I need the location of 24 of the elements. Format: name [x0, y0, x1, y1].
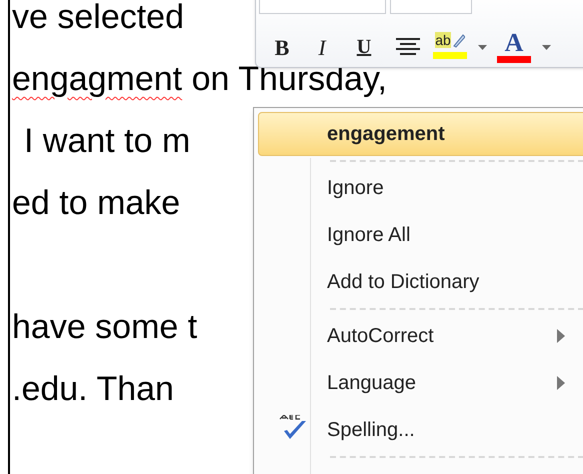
document-text-line: engagment on Thursday,: [12, 61, 387, 97]
pen-icon: [450, 32, 465, 48]
document-text-line: ve selected: [12, 0, 184, 35]
submenu-arrow-icon: [557, 329, 565, 343]
italic-button[interactable]: I: [302, 30, 342, 64]
document-text-line: .edu. Than: [12, 371, 174, 407]
document-text-line: have some t: [12, 309, 198, 345]
highlight-button[interactable]: ab: [430, 30, 470, 64]
document-text-line: ed to make: [12, 185, 180, 221]
caret-icon: [478, 44, 486, 50]
menu-item[interactable]: AutoCorrect: [258, 314, 583, 358]
underline-button[interactable]: U: [342, 30, 386, 64]
suggestion-menu-item[interactable]: engagement: [258, 112, 583, 156]
document-text-line: I want to m: [23, 123, 190, 159]
menu-item[interactable]: Ignore All: [258, 213, 583, 257]
menu-item[interactable]: Ignore: [258, 166, 583, 210]
menu-item[interactable]: Spelling...: [258, 408, 583, 452]
font-color-button[interactable]: A: [494, 30, 534, 64]
menu-item[interactable]: Add to Dictionary: [258, 260, 583, 304]
bold-button[interactable]: B: [262, 30, 302, 64]
menu-item[interactable]: Language: [258, 361, 583, 405]
caret-icon: [542, 44, 550, 50]
center-align-icon: [395, 37, 421, 57]
submenu-arrow-icon: [557, 376, 565, 390]
